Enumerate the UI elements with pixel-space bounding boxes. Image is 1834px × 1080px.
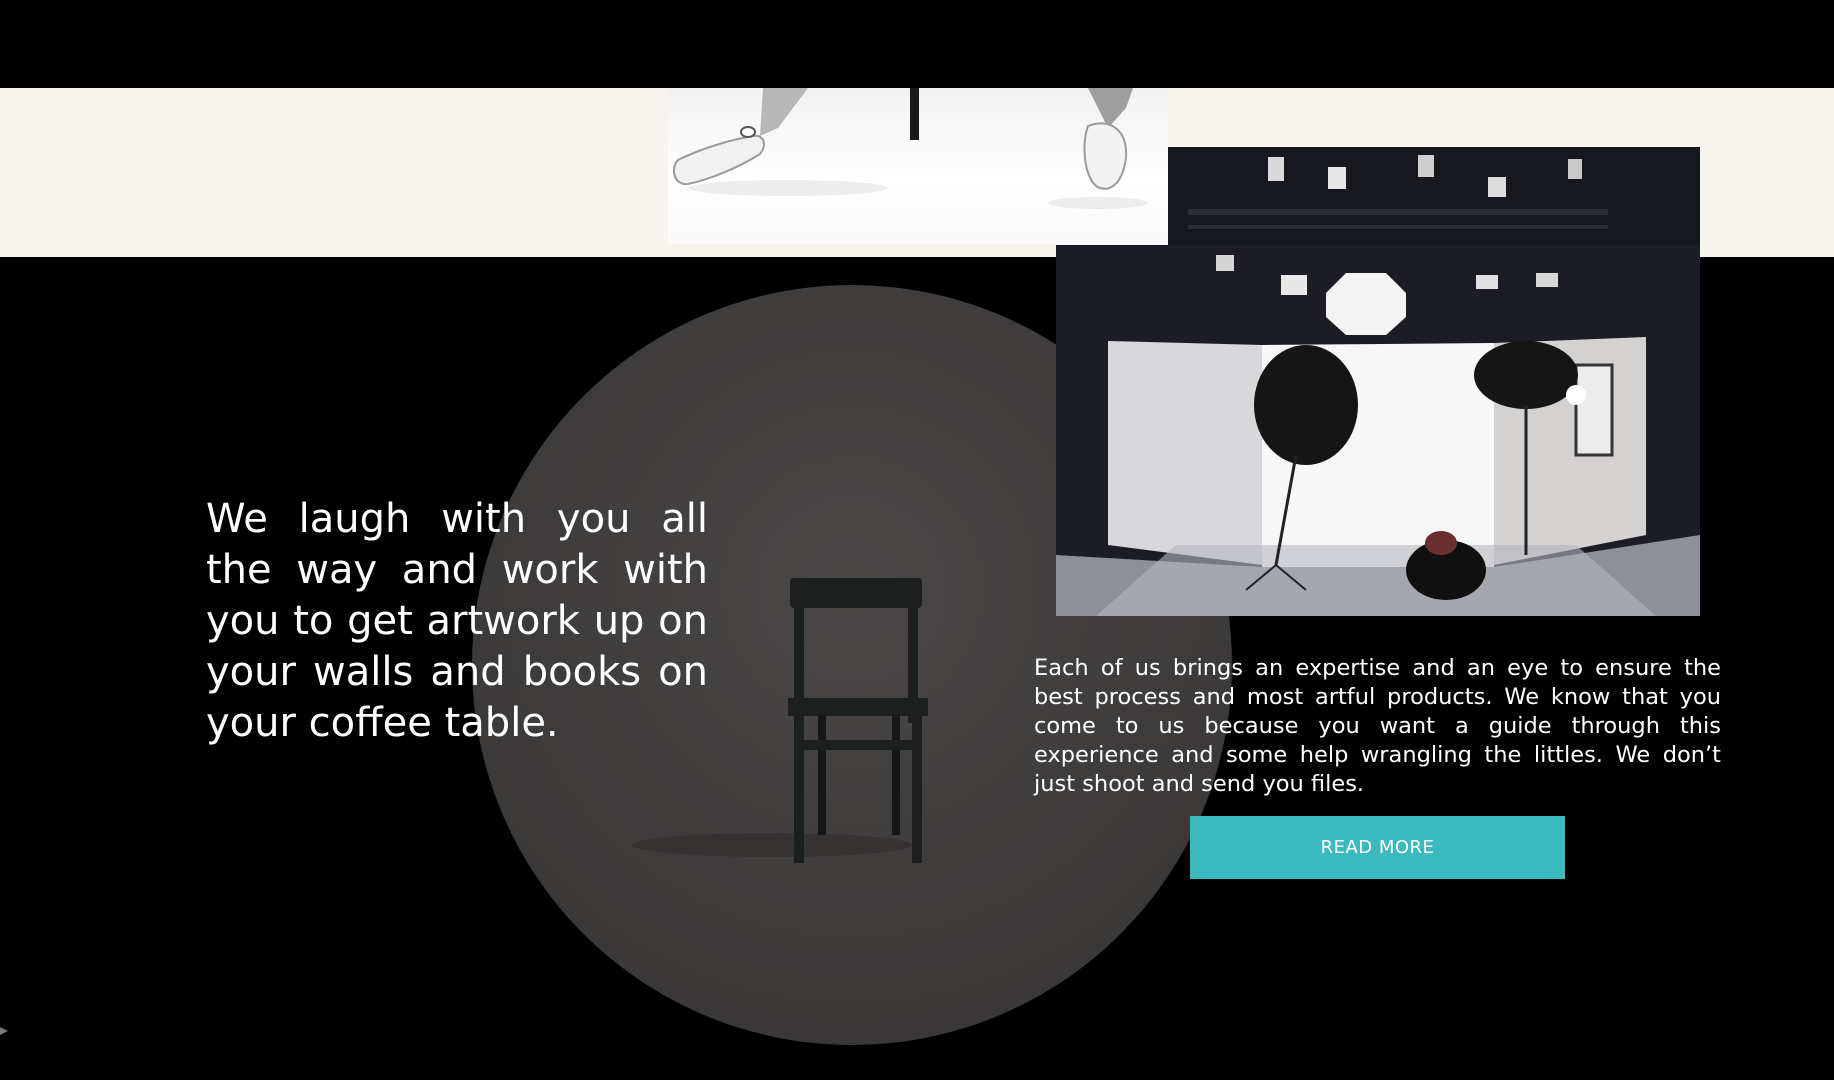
studio-photo-top	[1168, 147, 1700, 247]
top-bar	[0, 0, 1834, 88]
studio-photo	[1056, 245, 1700, 616]
page: We laugh with you all the way and work w…	[0, 0, 1834, 1080]
read-more-button[interactable]: READ MORE	[1190, 816, 1565, 879]
legs-photo	[668, 88, 1168, 244]
corner-mark	[0, 1020, 8, 1035]
intro-paragraph: Each of us brings an expertise and an ey…	[1034, 655, 1721, 797]
headline: We laugh with you all the way and work w…	[206, 496, 708, 746]
